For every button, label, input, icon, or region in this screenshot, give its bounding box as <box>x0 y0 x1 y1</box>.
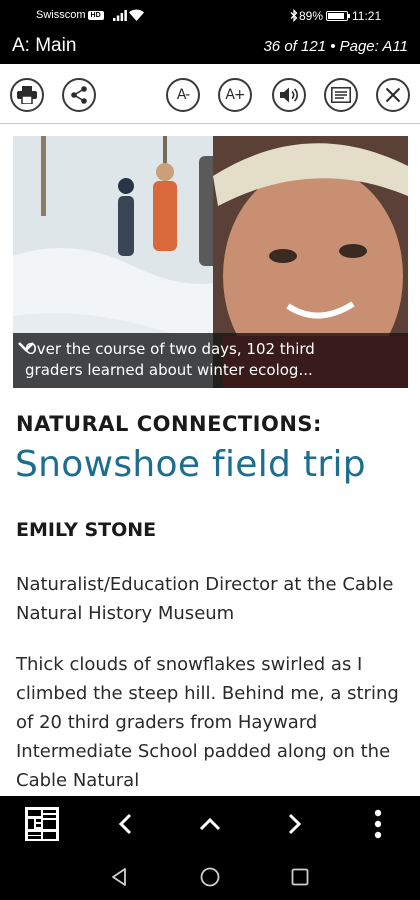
battery-icon <box>326 11 350 21</box>
signal-icon <box>113 10 127 21</box>
author-bio: Naturalist/Education Director at the Cab… <box>16 574 394 624</box>
speaker-icon <box>280 87 299 103</box>
wifi-icon <box>129 9 144 21</box>
status-bar: Swisscom HD 89% 11:21 <box>0 0 420 32</box>
carrier-label: Swisscom <box>36 9 86 21</box>
read-aloud-button[interactable] <box>272 78 306 112</box>
close-button[interactable] <box>376 78 410 112</box>
photo-caption[interactable]: Over the course of two days, 102 third g… <box>13 333 408 388</box>
previous-article-icon <box>118 813 132 835</box>
article-toolbar: A- A+ <box>0 64 420 124</box>
carrier-name: Swisscom HD <box>36 9 104 21</box>
text-view-icon <box>331 87 351 103</box>
font-decrease-icon: A- <box>176 87 190 103</box>
back-icon[interactable] <box>109 866 131 888</box>
chevron-down-icon[interactable] <box>13 333 39 359</box>
section-title[interactable]: A: Main <box>12 35 76 57</box>
next-article-icon <box>288 813 302 835</box>
next-article-button[interactable] <box>276 806 312 842</box>
article-headline: Snowshoe field trip <box>15 444 366 485</box>
print-button[interactable] <box>10 78 44 112</box>
battery-percent: 89% <box>299 9 324 23</box>
title-bar: A: Main 36 of 121 • Page: A11 <box>0 32 420 64</box>
page-thumbnails-icon <box>25 807 59 841</box>
close-icon <box>385 87 401 103</box>
up-icon <box>199 817 221 831</box>
bluetooth-icon <box>290 9 298 22</box>
font-increase-icon: A+ <box>225 87 245 103</box>
clock: 11:21 <box>352 9 382 23</box>
font-decrease-button[interactable]: A- <box>166 78 200 112</box>
recents-icon[interactable] <box>289 866 311 888</box>
article-kicker: NATURAL CONNECTIONS: <box>16 412 322 436</box>
article-byline: EMILY STONE <box>16 519 157 541</box>
article-body: Thick clouds of snowflakes swirled as I … <box>16 654 399 791</box>
article-photo[interactable]: Over the course of two days, 102 third g… <box>13 136 408 388</box>
home-icon[interactable] <box>199 866 221 888</box>
hd-badge: HD <box>87 11 104 20</box>
previous-article-button[interactable] <box>108 806 144 842</box>
page-info: 36 of 121 • Page: A11 <box>263 38 408 55</box>
share-button[interactable] <box>62 78 96 112</box>
font-increase-button[interactable]: A+ <box>218 78 252 112</box>
up-button[interactable] <box>192 806 228 842</box>
share-icon <box>71 86 87 104</box>
page-thumbnails-button[interactable] <box>24 806 60 842</box>
caption-text: Over the course of two days, 102 third g… <box>25 340 315 379</box>
article-content[interactable]: Over the course of two days, 102 third g… <box>0 124 420 796</box>
system-nav-bar <box>0 852 420 900</box>
reader-bottom-bar <box>0 796 420 852</box>
more-options-icon <box>374 809 382 839</box>
text-view-button[interactable] <box>324 78 358 112</box>
more-options-button[interactable] <box>360 806 396 842</box>
print-icon <box>17 86 37 104</box>
